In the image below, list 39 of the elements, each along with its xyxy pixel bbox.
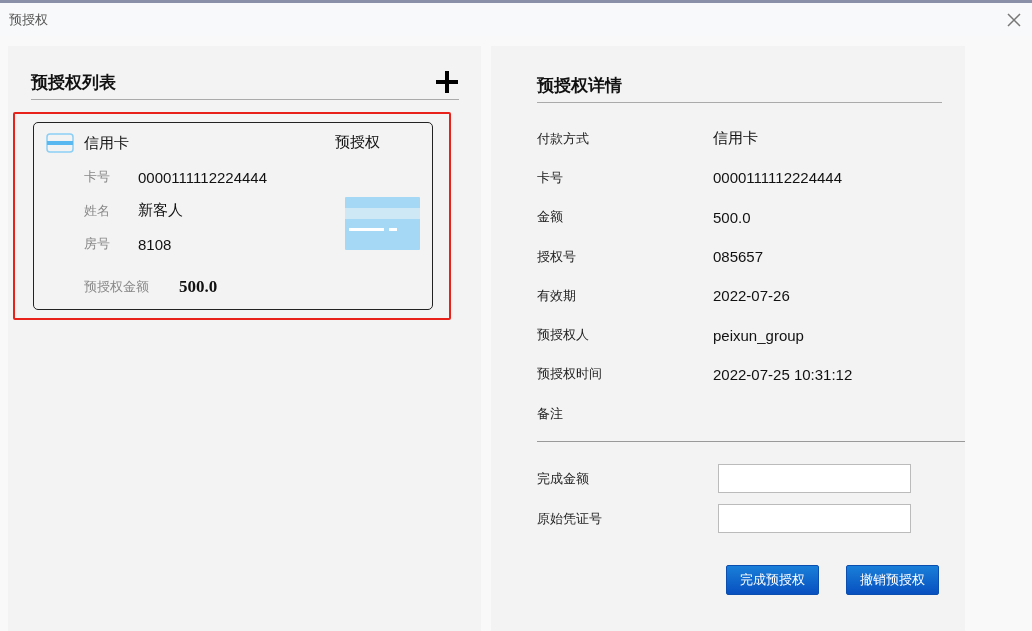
- field-label: 卡号: [84, 168, 111, 186]
- add-icon[interactable]: [435, 70, 459, 94]
- action-button[interactable]: 撤销预授权: [846, 565, 939, 596]
- field-value: 8108: [138, 235, 172, 253]
- detail-label: 授权号: [537, 247, 577, 266]
- card-icon: [46, 133, 74, 153]
- detail-label: 有效期: [537, 286, 577, 305]
- detail-label: 预授权人: [537, 326, 590, 345]
- detail-value: 0000111112224444: [713, 169, 843, 187]
- credit-card-icon: [345, 197, 420, 250]
- amount-label: 预授权金额: [84, 278, 150, 296]
- card-type: 信用卡: [84, 133, 129, 153]
- detail-label: 金额: [537, 208, 564, 227]
- input-label: 原始凭证号: [537, 509, 603, 528]
- detail-value: 085657: [713, 248, 764, 266]
- field-value: 0000111112224444: [138, 168, 268, 186]
- window-title: 预授权: [9, 10, 48, 29]
- input-label: 完成金额: [537, 469, 590, 488]
- panel-title: 预授权详情: [537, 76, 622, 95]
- detail-label: 卡号: [537, 168, 564, 187]
- close-icon[interactable]: [1006, 11, 1022, 28]
- panel-title: 预授权列表: [31, 72, 116, 94]
- input-field[interactable]: [718, 464, 911, 494]
- detail-label: 备注: [537, 404, 564, 423]
- detail-label: 付款方式: [537, 129, 590, 148]
- detail-value: 2022-07-25 10:31:12: [713, 365, 853, 383]
- input-field[interactable]: [718, 504, 911, 534]
- action-button[interactable]: 完成预授权: [726, 565, 819, 596]
- detail-value: 2022-07-26: [713, 287, 790, 305]
- field-value: 新客人: [138, 201, 183, 220]
- detail-value: 信用卡: [713, 129, 758, 149]
- detail-value: 500.0: [713, 208, 751, 226]
- detail-value: peixun_group: [713, 326, 804, 344]
- amount-value: 500.0: [179, 277, 218, 297]
- card[interactable]: 信用卡 卡号 0000111112224444 姓名 新客人 房号 8108 预授权金额 500.0 预授权: [33, 122, 433, 310]
- field-label: 房号: [84, 235, 111, 253]
- detail-label: 预授权时间: [537, 365, 603, 384]
- field-label: 姓名: [84, 201, 111, 220]
- card-status: 预授权: [335, 133, 380, 152]
